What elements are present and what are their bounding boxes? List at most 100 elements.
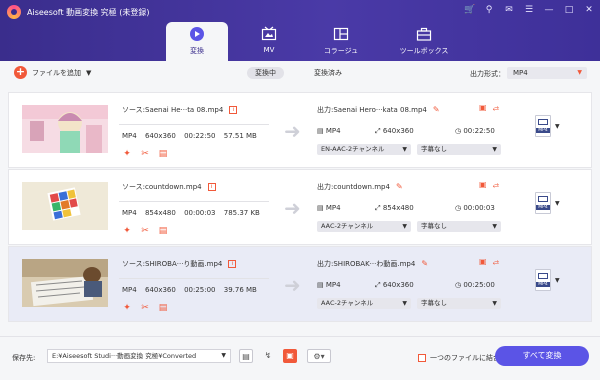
chevron-down-icon[interactable]: ▼ — [555, 277, 560, 284]
save-path-select[interactable]: E:¥Aiseesoft Studi···動画変換 究極¥Converted ▼ — [47, 349, 231, 363]
output-format: ▤ MP4 — [317, 281, 341, 289]
output-format-select[interactable]: MP4 ▼ — [507, 67, 587, 79]
output-format-value: MP4 — [513, 69, 528, 77]
film-icon — [538, 119, 548, 125]
save-to-label: 保存先: — [12, 354, 36, 362]
output-resolution: ⤢ 854x480 — [375, 204, 414, 212]
edit-icon[interactable]: ▤ — [158, 226, 168, 236]
chevron-down-icon[interactable]: ▼ — [86, 69, 91, 77]
info-icon[interactable]: ▣ — [479, 257, 487, 267]
output-duration-text: 00:22:50 — [463, 127, 495, 135]
merge-toggle[interactable]: 一つのファイルに結合 — [418, 353, 500, 363]
mv-icon — [261, 26, 277, 41]
output-format-text: MP4 — [325, 127, 341, 135]
edit-tools: ✦ ✂ ▤ — [122, 226, 168, 236]
folder-icon[interactable]: ▤ — [239, 349, 253, 363]
source-filename-text: ソース:countdown.mp4 — [122, 183, 202, 191]
list-item[interactable]: ソース:Saenai He···ta 08.mp4 i MP4 640x360 0… — [8, 92, 592, 168]
pencil-icon[interactable]: ✎ — [396, 182, 403, 191]
cut-icon[interactable]: ✂ — [140, 303, 150, 313]
minimize-icon[interactable]: — — [544, 5, 554, 16]
plus-icon: + — [14, 65, 27, 79]
subtitle-select[interactable]: 字幕なし ▼ — [417, 221, 501, 232]
output-filename-text: 出力:countdown.mp4 — [317, 183, 390, 191]
output-format-text: MP4 — [325, 281, 341, 289]
toolbox-icon — [416, 27, 432, 41]
source-resolution: 640x360 — [144, 286, 176, 294]
audio-track-value: AAC-2チャンネル — [321, 299, 374, 307]
chevron-down-icon[interactable]: ▼ — [555, 123, 560, 130]
info-icon[interactable]: ▣ — [479, 180, 487, 190]
bottom-bar: 保存先: E:¥Aiseesoft Studi···動画変換 究極¥Conver… — [0, 336, 600, 380]
cpu-icon[interactable]: ▣ — [283, 349, 297, 363]
close-icon[interactable]: ✕ — [584, 5, 594, 16]
source-filename: ソース:Saenai He···ta 08.mp4 i — [122, 105, 238, 115]
tab-converting[interactable]: 変換中 — [247, 67, 284, 79]
video-thumbnail[interactable] — [22, 105, 108, 153]
settings-icon[interactable]: ⚙▾ — [307, 349, 331, 363]
chevron-down-icon: ▼ — [402, 223, 407, 230]
output-filename-text: 出力:SHIROBAK···わ動画.mp4 — [317, 260, 416, 268]
tab-mv[interactable]: MV — [238, 22, 300, 61]
format-badge-text: MP4 — [536, 205, 550, 210]
compress-icon[interactable]: ⥄ — [493, 257, 499, 267]
format-badge-button[interactable]: MP4 — [535, 269, 551, 291]
divider — [119, 201, 269, 202]
info-icon[interactable]: ▣ — [479, 103, 487, 113]
pencil-icon[interactable]: ✎ — [421, 259, 428, 268]
format-badge-button[interactable]: MP4 — [535, 115, 551, 137]
info-icon[interactable]: i — [207, 183, 216, 191]
video-thumbnail[interactable] — [22, 259, 108, 307]
source-filename: ソース:countdown.mp4 i — [122, 182, 216, 192]
effect-icon[interactable]: ✦ — [122, 149, 132, 159]
subtitle-select[interactable]: 字幕なし ▼ — [417, 298, 501, 309]
cart-icon[interactable]: 🛒 — [464, 5, 475, 16]
source-meta: MP4 854x480 00:00:03 785.37 KB — [122, 209, 266, 217]
pencil-icon[interactable]: ✎ — [433, 105, 440, 114]
source-format: MP4 — [122, 286, 137, 294]
cut-icon[interactable]: ✂ — [140, 149, 150, 159]
convert-all-button[interactable]: すべて変換 — [495, 346, 589, 366]
tab-converted[interactable]: 変換済み — [306, 67, 350, 79]
tab-convert[interactable]: 変換 — [166, 22, 228, 61]
hardware-accel-icon[interactable]: ↯ — [261, 349, 275, 363]
key-icon[interactable]: ⚲ — [484, 5, 494, 16]
audio-track-select[interactable]: AAC-2チャンネル ▼ — [317, 221, 411, 232]
merge-checkbox[interactable] — [418, 354, 426, 362]
list-item[interactable]: ソース:SHIROBA···り動画.mp4 i MP4 640x360 00:25… — [8, 246, 592, 322]
list-item[interactable]: ソース:countdown.mp4 i MP4 854x480 00:00:03 … — [8, 169, 592, 245]
audio-track-value: EN-AAC-2チャンネル — [321, 145, 385, 153]
tab-collage[interactable]: コラージュ — [310, 22, 372, 61]
chevron-down-icon: ▼ — [492, 300, 497, 307]
add-files-button[interactable]: + ファイルを追加 ▼ — [14, 66, 91, 79]
source-resolution: 854x480 — [144, 209, 176, 217]
format-badge-button[interactable]: MP4 — [535, 192, 551, 214]
video-thumbnail[interactable] — [22, 182, 108, 230]
edit-icon[interactable]: ▤ — [158, 149, 168, 159]
subtitle-value: 字幕なし — [421, 222, 447, 230]
maximize-icon[interactable]: □ — [564, 5, 574, 16]
edit-tools: ✦ ✂ ▤ — [122, 303, 168, 313]
source-filename-text: ソース:Saenai He···ta 08.mp4 — [122, 106, 224, 114]
edit-icon[interactable]: ▤ — [158, 303, 168, 313]
info-icon[interactable]: i — [229, 106, 238, 114]
cut-icon[interactable]: ✂ — [140, 226, 150, 236]
output-duration-text: 00:00:03 — [463, 204, 495, 212]
effect-icon[interactable]: ✦ — [122, 226, 132, 236]
effect-icon[interactable]: ✦ — [122, 303, 132, 313]
app-logo — [7, 5, 21, 19]
menu-icon[interactable]: ☰ — [524, 5, 534, 16]
info-icon[interactable]: i — [228, 260, 237, 268]
chevron-down-icon: ▼ — [577, 69, 582, 76]
compress-icon[interactable]: ⥄ — [493, 180, 499, 190]
chevron-down-icon[interactable]: ▼ — [555, 200, 560, 207]
audio-track-select[interactable]: EN-AAC-2チャンネル ▼ — [317, 144, 411, 155]
compress-icon[interactable]: ⥄ — [493, 103, 499, 113]
source-size: 57.51 MB — [223, 132, 257, 140]
chat-icon[interactable]: ✉ — [504, 5, 514, 16]
subtitle-select[interactable]: 字幕なし ▼ — [417, 144, 501, 155]
tab-toolbox[interactable]: ツールボックス — [388, 22, 460, 61]
output-filename: 出力:SHIROBAK···わ動画.mp4 ✎ — [317, 259, 428, 269]
audio-track-select[interactable]: AAC-2チャンネル ▼ — [317, 298, 411, 309]
format-badge-text: MP4 — [536, 282, 550, 287]
